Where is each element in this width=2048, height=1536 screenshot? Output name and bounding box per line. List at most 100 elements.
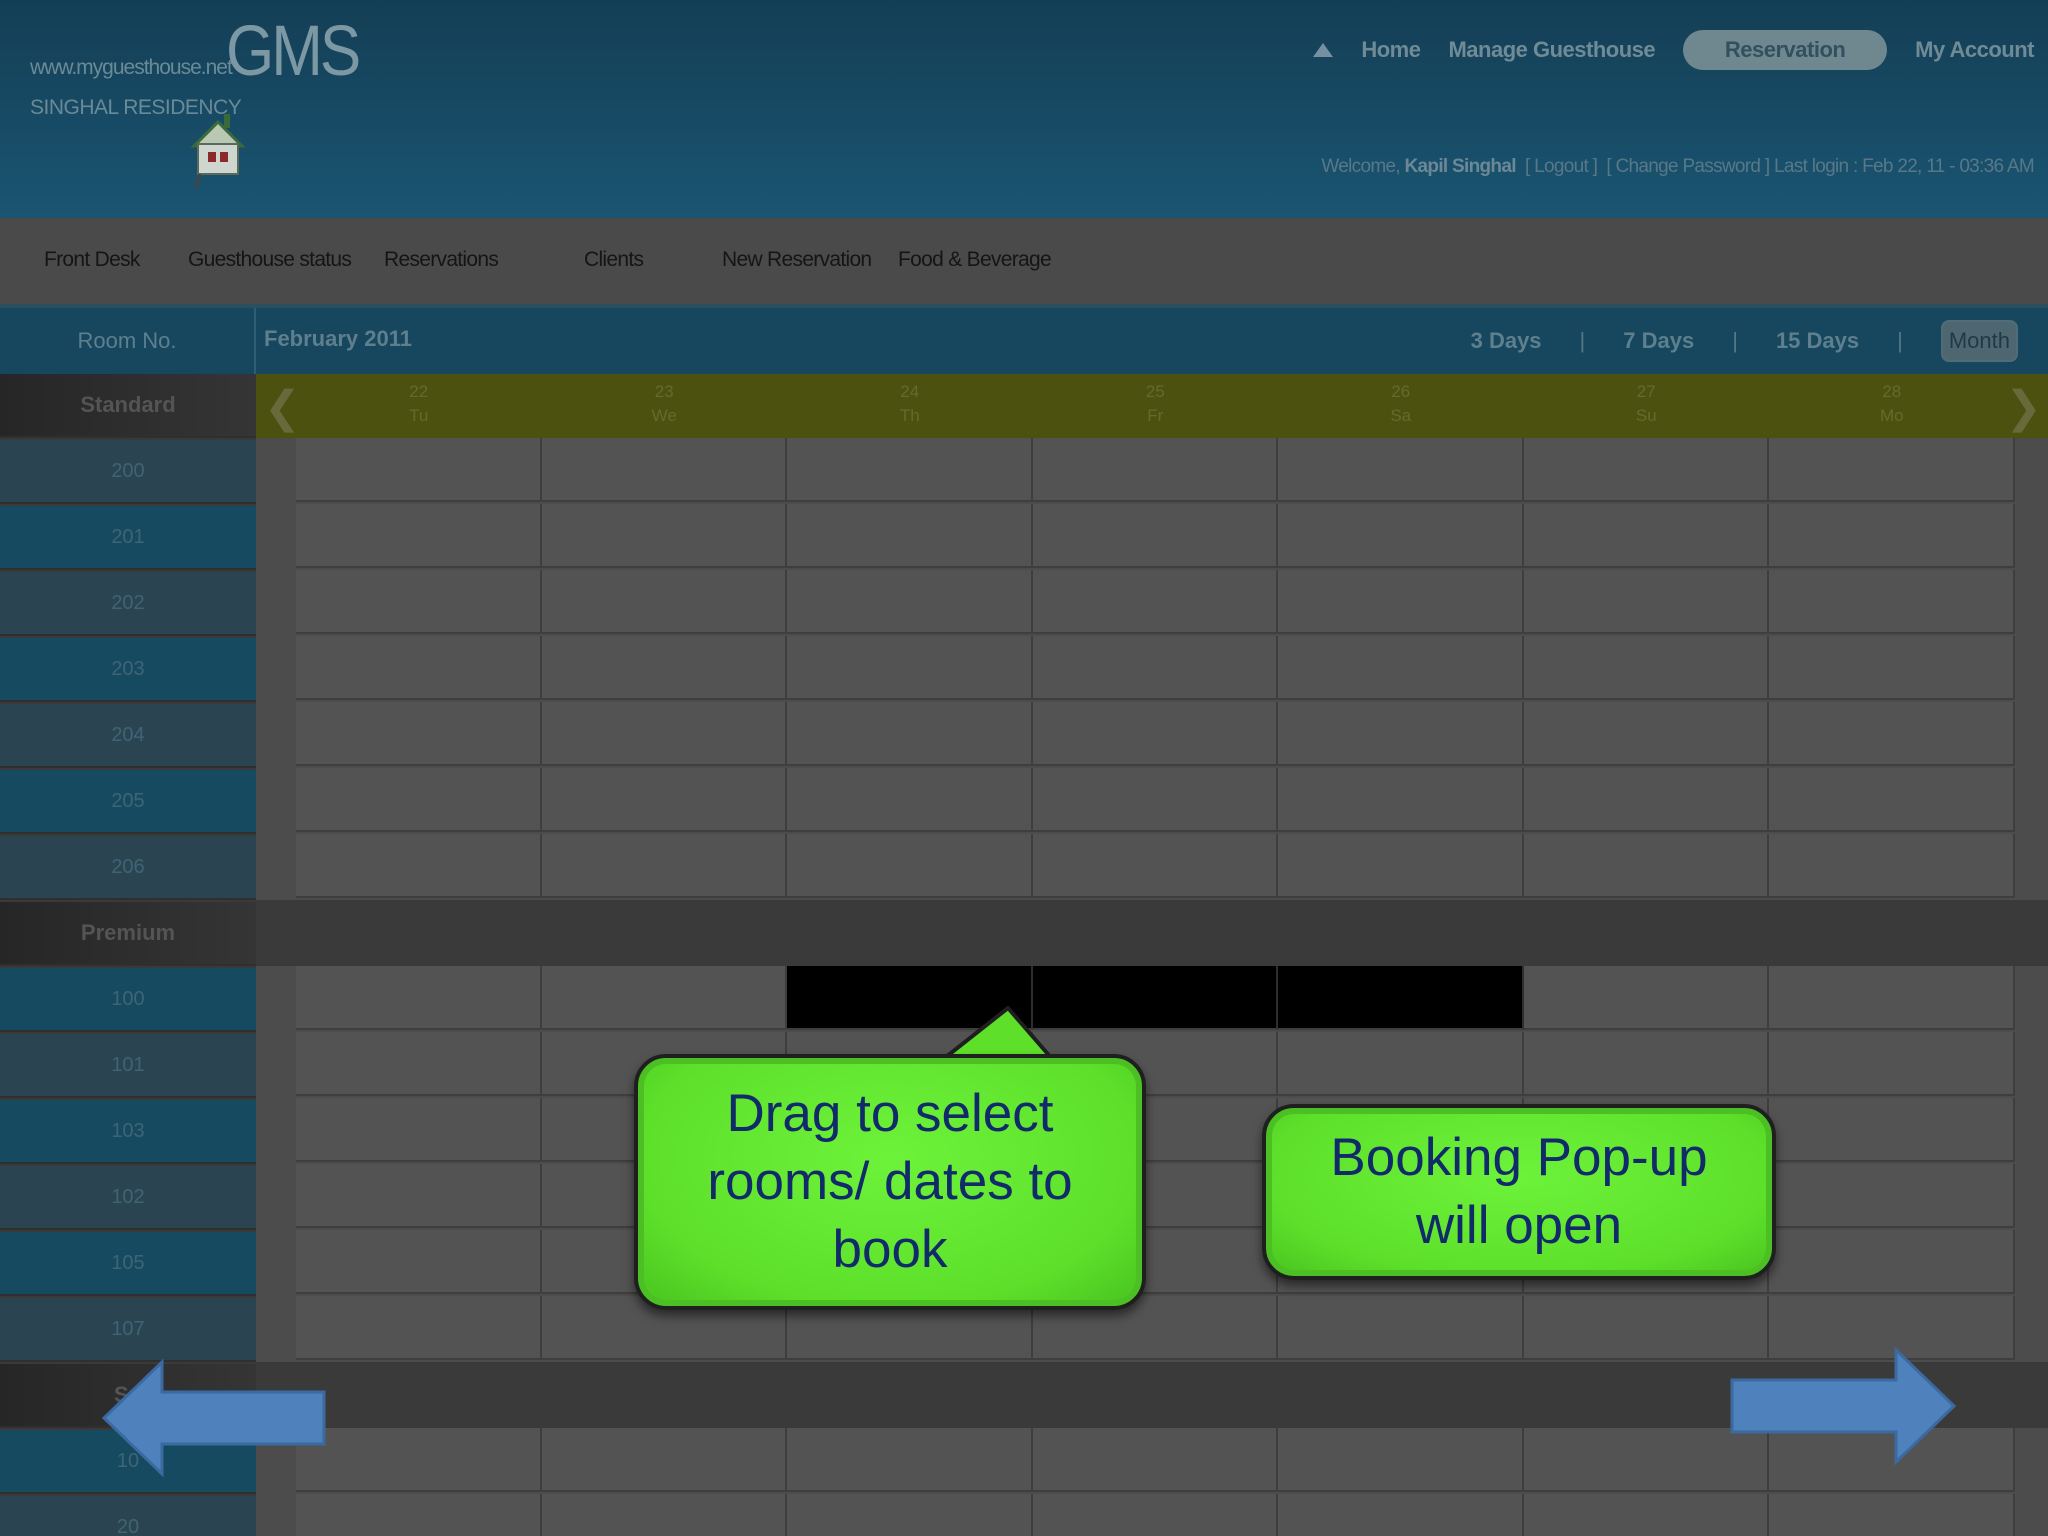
room-number[interactable]: 201 xyxy=(0,506,256,570)
arrow-right-icon[interactable] xyxy=(1728,1346,1958,1466)
chevron-right-icon[interactable]: ❯ xyxy=(2005,382,2042,433)
change-password-link[interactable]: [ Change Password ] xyxy=(1606,156,1770,177)
booking-cell[interactable] xyxy=(787,636,1033,700)
booking-cell[interactable] xyxy=(1523,834,1769,898)
arrow-left-icon[interactable] xyxy=(100,1358,330,1478)
logout-link[interactable]: [ Logout ] xyxy=(1525,156,1598,177)
booking-cell[interactable] xyxy=(1278,1296,1524,1360)
booking-cell[interactable] xyxy=(1278,1494,1524,1536)
room-number[interactable]: 200 xyxy=(0,440,256,504)
room-number[interactable]: 203 xyxy=(0,638,256,702)
nav-reservation[interactable]: Reservation xyxy=(1683,30,1888,70)
chevron-left-icon[interactable]: ❮ xyxy=(264,382,301,433)
room-number[interactable]: 204 xyxy=(0,704,256,768)
booking-cell[interactable] xyxy=(541,636,787,700)
menu-reservations[interactable]: Reservations xyxy=(384,248,499,272)
booking-cell[interactable] xyxy=(1278,438,1524,502)
booking-cell[interactable] xyxy=(1769,1032,2015,1096)
booking-cell[interactable] xyxy=(1278,1428,1524,1492)
booking-cell[interactable] xyxy=(1769,1494,2015,1536)
view-month[interactable]: Month xyxy=(1940,320,2018,362)
booking-cell[interactable] xyxy=(296,504,542,568)
booking-cell[interactable] xyxy=(541,570,787,634)
booking-cell[interactable] xyxy=(1032,636,1278,700)
booking-cell[interactable] xyxy=(787,438,1033,502)
booking-cell[interactable] xyxy=(1032,504,1278,568)
booking-cell[interactable] xyxy=(541,1428,787,1492)
booking-cell[interactable] xyxy=(541,702,787,766)
site-url[interactable]: www.myguesthouse.net xyxy=(30,56,233,80)
booking-cell[interactable] xyxy=(1769,702,2015,766)
menu-guesthouse-status[interactable]: Guesthouse status xyxy=(188,248,352,272)
booking-cell[interactable] xyxy=(1278,834,1524,898)
booking-cell[interactable] xyxy=(296,966,542,1030)
room-number[interactable]: 205 xyxy=(0,770,256,834)
room-number[interactable]: 100 xyxy=(0,968,256,1032)
booking-cell[interactable] xyxy=(1032,834,1278,898)
booking-cell[interactable] xyxy=(1523,636,1769,700)
booking-cell[interactable] xyxy=(296,768,542,832)
room-number[interactable]: 102 xyxy=(0,1166,256,1230)
nav-my-account[interactable]: My Account xyxy=(1915,37,2034,63)
booking-cell[interactable] xyxy=(1769,438,2015,502)
booking-cell[interactable] xyxy=(1523,504,1769,568)
booking-cell[interactable] xyxy=(787,504,1033,568)
room-number[interactable]: 202 xyxy=(0,572,256,636)
menu-clients[interactable]: Clients xyxy=(584,248,644,272)
booking-cell[interactable] xyxy=(1523,570,1769,634)
booking-cell[interactable] xyxy=(1769,570,2015,634)
booking-cell[interactable] xyxy=(1523,966,1769,1030)
view-7-days[interactable]: 7 Days xyxy=(1623,328,1694,354)
booking-cell[interactable] xyxy=(1278,768,1524,832)
booking-cell[interactable] xyxy=(541,1494,787,1536)
room-number[interactable]: 206 xyxy=(0,836,256,900)
booking-cell[interactable] xyxy=(541,966,787,1030)
booking-cell[interactable] xyxy=(296,834,542,898)
booking-cell[interactable] xyxy=(541,768,787,832)
booking-cell[interactable] xyxy=(787,702,1033,766)
booking-cell[interactable] xyxy=(1769,966,2015,1030)
booking-cell[interactable] xyxy=(1523,438,1769,502)
booking-cell[interactable] xyxy=(1769,1230,2015,1294)
booking-cell[interactable] xyxy=(296,1032,542,1096)
selected-cell[interactable] xyxy=(1278,966,1524,1030)
selected-cell[interactable] xyxy=(1032,966,1278,1030)
booking-cell[interactable] xyxy=(1278,702,1524,766)
booking-cell[interactable] xyxy=(787,834,1033,898)
view-15-days[interactable]: 15 Days xyxy=(1776,328,1859,354)
room-number[interactable]: 103 xyxy=(0,1100,256,1164)
logo[interactable]: GMS xyxy=(226,11,361,93)
booking-cell[interactable] xyxy=(1278,636,1524,700)
nav-manage-guesthouse[interactable]: Manage Guesthouse xyxy=(1448,37,1655,63)
menu-front-desk[interactable]: Front Desk xyxy=(44,248,140,272)
booking-cell[interactable] xyxy=(787,768,1033,832)
booking-cell[interactable] xyxy=(541,438,787,502)
room-number[interactable]: 107 xyxy=(0,1298,256,1362)
booking-cell[interactable] xyxy=(541,504,787,568)
booking-cell[interactable] xyxy=(1769,1164,2015,1228)
booking-cell[interactable] xyxy=(296,1296,542,1360)
booking-cell[interactable] xyxy=(1278,1032,1524,1096)
booking-cell[interactable] xyxy=(541,834,787,898)
booking-cell[interactable] xyxy=(296,1098,542,1162)
booking-cell[interactable] xyxy=(1523,1494,1769,1536)
booking-cell[interactable] xyxy=(296,636,542,700)
room-number[interactable]: 20 xyxy=(0,1496,256,1536)
booking-cell[interactable] xyxy=(1523,768,1769,832)
booking-cell[interactable] xyxy=(296,1230,542,1294)
booking-cell[interactable] xyxy=(1032,702,1278,766)
booking-cell[interactable] xyxy=(787,570,1033,634)
booking-cell[interactable] xyxy=(1032,768,1278,832)
room-number[interactable]: 101 xyxy=(0,1034,256,1098)
booking-cell[interactable] xyxy=(1278,504,1524,568)
booking-cell[interactable] xyxy=(296,1494,542,1536)
booking-cell[interactable] xyxy=(296,1164,542,1228)
booking-cell[interactable] xyxy=(787,1494,1033,1536)
nav-home[interactable]: Home xyxy=(1361,37,1421,63)
booking-cell[interactable] xyxy=(1032,570,1278,634)
booking-cell[interactable] xyxy=(1523,1032,1769,1096)
booking-cell[interactable] xyxy=(1769,834,2015,898)
booking-cell[interactable] xyxy=(1769,1098,2015,1162)
booking-cell[interactable] xyxy=(1769,636,2015,700)
room-number[interactable]: 105 xyxy=(0,1232,256,1296)
